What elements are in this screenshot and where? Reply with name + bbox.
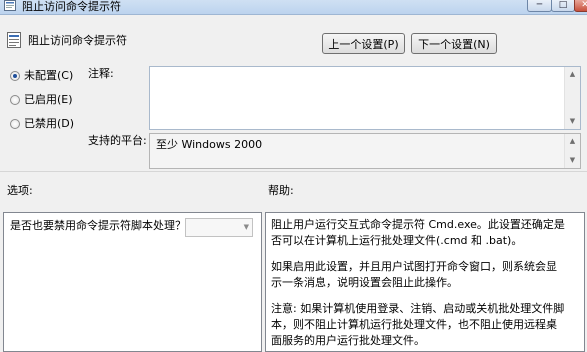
help-paragraph: 阻止用户运行交互式命令提示符 Cmd.exe。此设置还确定是否可以在计算机上运行…	[271, 218, 565, 247]
next-setting-button[interactable]: 下一个设置(N)	[411, 33, 497, 54]
radio-indicator[interactable]	[10, 119, 20, 129]
comment-label: 注释:	[88, 67, 114, 80]
chevron-down-icon[interactable]: ▼	[244, 222, 249, 232]
policy-title: 阻止访问命令提示符	[28, 34, 127, 47]
scroll-up-icon[interactable]: ▲	[565, 67, 580, 82]
supported-scrollbar[interactable]: ▲ ▼	[564, 134, 580, 168]
radio-label: 已禁用(D)	[24, 117, 75, 130]
help-section-label: 帮助:	[268, 184, 294, 197]
scroll-down-icon[interactable]: ▼	[565, 114, 580, 129]
help-pane: 阻止用户运行交互式命令提示符 Cmd.exe。此设置还确定是否可以在计算机上运行…	[265, 212, 585, 352]
maximize-button[interactable]: □	[551, 0, 575, 12]
radio-enabled[interactable]: 已启用(E)	[10, 92, 73, 108]
close-button[interactable]: ✕	[574, 0, 587, 12]
options-section-label: 选项:	[7, 184, 33, 197]
help-paragraph: 注意: 如果计算机使用登录、注销、启动或关机批处理文件脚本，则不阻止计算机运行批…	[271, 302, 565, 347]
script-processing-combo[interactable]: ▼	[185, 218, 253, 237]
radio-indicator[interactable]	[10, 71, 20, 81]
comment-scrollbar[interactable]: ▲ ▼	[564, 67, 580, 129]
radio-not-configured[interactable]: 未配置(C)	[10, 68, 73, 84]
radio-disabled[interactable]: 已禁用(D)	[10, 116, 74, 132]
radio-indicator[interactable]	[10, 95, 20, 105]
supported-platform-label: 支持的平台:	[88, 134, 147, 147]
radio-label: 未配置(C)	[24, 69, 74, 82]
minimize-button[interactable]: ─	[527, 0, 552, 12]
scroll-up-icon[interactable]: ▲	[565, 134, 580, 149]
divider	[0, 171, 587, 172]
policy-app-icon	[4, 0, 16, 11]
radio-label: 已启用(E)	[24, 93, 73, 106]
window-title: 阻止访问命令提示符	[22, 0, 121, 13]
comment-textarea[interactable]: ▲ ▼	[149, 66, 581, 130]
supported-platform-field: 至少 Windows 2000 ▲ ▼	[149, 133, 581, 169]
scroll-down-icon[interactable]: ▼	[565, 153, 580, 168]
script-processing-question: 是否也要禁用命令提示符脚本处理？	[10, 219, 186, 232]
help-paragraph: 如果启用此设置，并且用户试图打开命令窗口，则系统会显示一条消息，说明设置会阻止此…	[271, 260, 557, 289]
previous-setting-button[interactable]: 上一个设置(P)	[322, 33, 405, 54]
policy-setting-icon	[7, 32, 21, 48]
supported-platform-value: 至少 Windows 2000	[156, 138, 263, 151]
